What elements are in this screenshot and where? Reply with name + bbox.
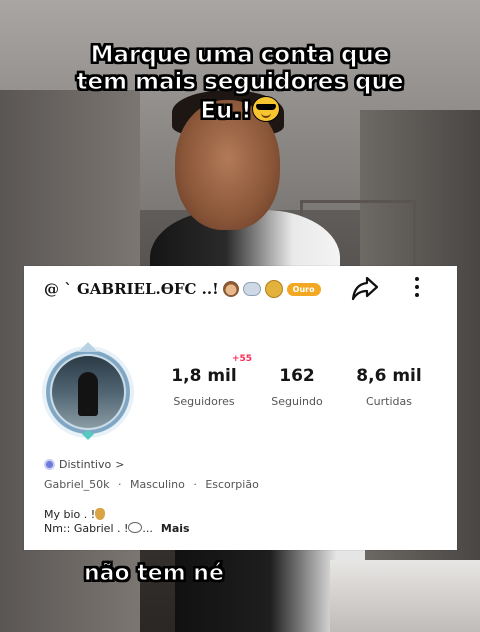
badge-icon (44, 459, 55, 470)
separator: · (118, 478, 122, 491)
profile-info-row: Gabriel_50k · Masculino · Escorpião (44, 478, 259, 491)
speech-bubble-icon (128, 522, 143, 533)
profile-handle: @ ` GABRIEL.ϴFC ..! (44, 280, 219, 298)
bio-line-2-text: Nm:: Gabriel . ! (44, 522, 129, 535)
money-bag-icon (95, 508, 106, 520)
distintivo-label: Distintivo (59, 458, 112, 471)
stat-following[interactable]: 162 Seguindo (252, 366, 342, 408)
profile-handle-row: @ ` GABRIEL.ϴFC ..! Ouro (44, 278, 321, 300)
following-count: 162 (279, 366, 315, 386)
avatar[interactable] (42, 342, 134, 440)
medal-icon (264, 280, 283, 298)
level-badge: Ouro (286, 282, 321, 296)
stat-likes: 8,6 mil Curtidas (344, 366, 434, 408)
share-icon[interactable] (350, 274, 380, 302)
bio-line-1: My bio . ! (44, 508, 190, 522)
caption-line-3: Eu.! (0, 96, 480, 125)
new-followers-badge: +55 (232, 354, 253, 364)
likes-label: Curtidas (366, 395, 412, 408)
profile-bio: My bio . ! Nm:: Gabriel . !... Mais (44, 508, 190, 536)
bed (330, 560, 480, 632)
username: Gabriel_50k (44, 478, 110, 491)
sunglasses-emoji-icon (251, 96, 280, 122)
more-vertical-icon[interactable] (412, 274, 422, 302)
monkey-emoji-icon (222, 281, 239, 297)
dash-emoji-icon (242, 282, 261, 296)
gender: Masculino (130, 478, 185, 491)
bio-line-2: Nm:: Gabriel . !... Mais (44, 522, 190, 536)
following-label: Seguindo (271, 395, 323, 408)
followers-count: 1,8 mil (171, 366, 237, 386)
caption-top: Marque uma conta que tem mais seguidores… (0, 42, 480, 125)
caption-bottom: não tem né (84, 561, 225, 587)
bio-line-1-text: My bio . ! (44, 508, 96, 521)
caption-line-3-text: Eu.! (200, 98, 252, 125)
caption-line-1: Marque uma conta que (90, 42, 390, 69)
distintivo-link[interactable]: Distintivo > (44, 458, 124, 471)
likes-count: 8,6 mil (356, 366, 422, 386)
avatar-frame-top (78, 342, 98, 352)
avatar-photo (52, 356, 124, 428)
profile-card: @ ` GABRIEL.ϴFC ..! Ouro +55 1,8 mil Seg… (24, 266, 457, 550)
chevron-right-icon: > (115, 458, 125, 471)
separator: · (193, 478, 197, 491)
bio-more-button[interactable]: Mais (161, 522, 190, 535)
avatar-frame-gem (82, 430, 94, 440)
caption-line-2: tem mais seguidores que (76, 69, 404, 96)
followers-label: Seguidores (173, 395, 235, 408)
zodiac-sign: Escorpião (205, 478, 259, 491)
bio-ellipsis: ... (142, 522, 153, 535)
stat-followers[interactable]: 1,8 mil Seguidores (159, 366, 249, 408)
